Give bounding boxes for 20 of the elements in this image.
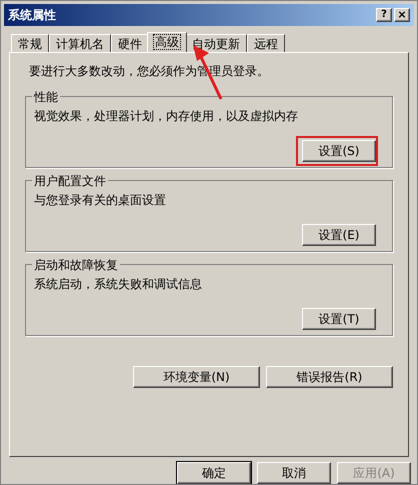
settings-button[interactable]: 设置(E) bbox=[302, 224, 376, 246]
settings-button[interactable]: 设置(T) bbox=[302, 308, 376, 330]
group-description: 视觉效果，处理器计划，内存使用，以及虚拟内存 bbox=[34, 108, 299, 125]
tab[interactable]: 硬件 bbox=[111, 34, 149, 52]
group-description: 系统启动，系统失败和调试信息 bbox=[34, 276, 203, 293]
settings-button[interactable]: 环境变量(N) bbox=[133, 366, 260, 388]
tab[interactable]: 远程 bbox=[247, 34, 285, 52]
group-title: 启动和故障恢复 bbox=[32, 256, 120, 274]
settings-button[interactable]: 取消 bbox=[257, 462, 331, 484]
group-title: 用户配置文件 bbox=[32, 172, 108, 190]
group-description: 与您登录有关的桌面设置 bbox=[34, 192, 167, 209]
tab[interactable]: 计算机名 bbox=[49, 34, 111, 52]
settings-button[interactable]: 设置(S) bbox=[302, 140, 376, 162]
help-button[interactable]: ? bbox=[376, 8, 392, 22]
tab[interactable]: 高级 bbox=[147, 32, 187, 52]
window-title: 系统属性 bbox=[8, 6, 56, 24]
tab[interactable]: 常规 bbox=[11, 34, 49, 52]
settings-button[interactable]: 错误报告(R) bbox=[266, 366, 393, 388]
settings-button[interactable]: 确定 bbox=[177, 462, 251, 484]
close-button[interactable]: × bbox=[394, 8, 410, 22]
